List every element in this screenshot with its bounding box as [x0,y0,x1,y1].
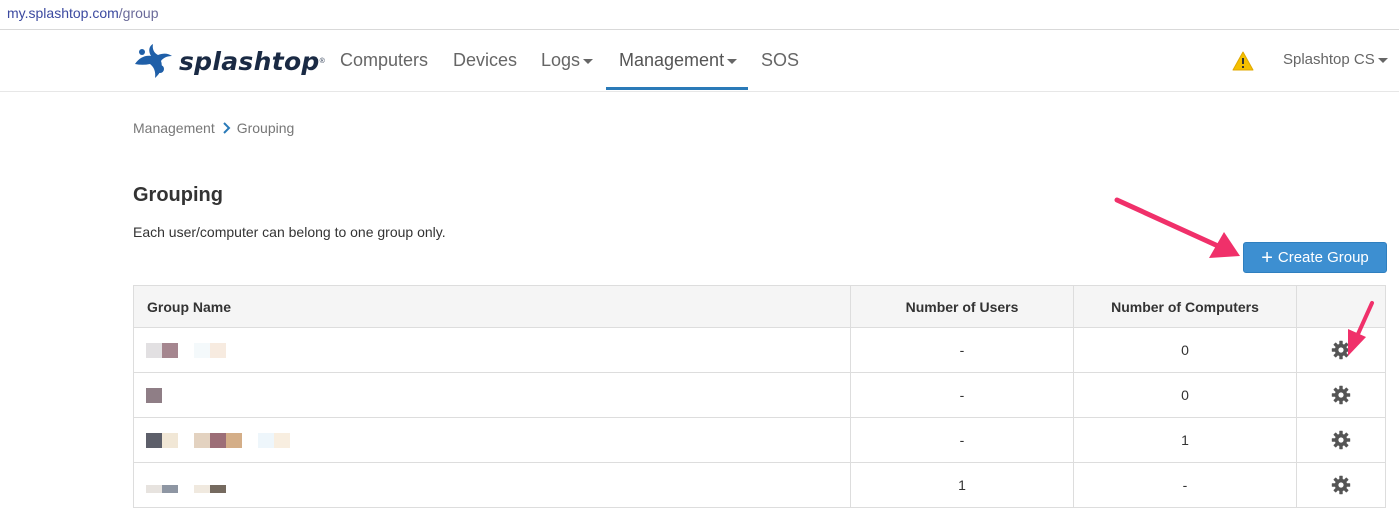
chevron-right-icon [223,122,231,134]
users-count: - [850,417,1074,463]
column-header-actions [1296,285,1386,328]
table-header-row: Group Name Number of Users Number of Com… [133,285,1386,328]
breadcrumb: Management Grouping [133,120,294,136]
active-tab-indicator [606,87,748,90]
group-name-cell[interactable] [133,327,851,373]
caret-down-icon [1377,57,1388,63]
table-row: - 0 [133,372,1386,418]
brand-name: splashtop [179,46,320,76]
caret-down-icon [583,58,594,64]
actions-cell [1296,417,1386,463]
table-row: - 0 [133,327,1386,373]
url-host: my.splashtop.com [7,5,119,21]
nav-management-label: Management [619,50,725,70]
redacted-group-name [146,477,849,493]
group-name-cell[interactable] [133,372,851,418]
plus-icon: + [1261,246,1273,269]
computers-count: - [1073,462,1297,508]
nav-logs-dropdown[interactable]: Logs [541,31,594,91]
table-row: - 1 [133,417,1386,463]
gear-icon[interactable] [1331,340,1351,360]
nav-sos-label: SOS [761,50,800,70]
account-menu[interactable]: Splashtop CS [1283,31,1388,91]
nav-computers[interactable]: Computers [340,31,428,91]
users-count: - [850,327,1074,373]
annotation-arrow-create-group [1114,197,1240,258]
caret-down-icon [727,58,738,64]
splashtop-splash-icon [135,44,172,78]
redacted-group-name [146,342,849,358]
nav-logs-label: Logs [541,50,581,70]
create-group-button[interactable]: + Create Group [1243,242,1387,273]
create-group-label: Create Group [1277,249,1369,266]
groups-table: Group Name Number of Users Number of Com… [133,285,1386,508]
top-navbar: splashtop ® Computers Devices Logs Manage… [0,31,1399,92]
redacted-group-name [146,387,849,403]
computers-count: 0 [1073,327,1297,373]
page-title: Grouping [133,184,223,206]
breadcrumb-current: Grouping [236,120,295,136]
nav-management-dropdown[interactable]: Management [619,31,738,91]
actions-cell [1296,372,1386,418]
url-path: /group [118,5,159,21]
gear-icon[interactable] [1331,385,1351,405]
nav-sos[interactable]: SOS [761,31,799,91]
nav-devices-label: Devices [453,50,518,70]
account-label: Splashtop CS [1283,51,1375,68]
nav-devices[interactable]: Devices [453,31,517,91]
gear-icon[interactable] [1331,475,1351,495]
actions-cell [1296,462,1386,508]
gear-icon[interactable] [1331,430,1351,450]
computers-count: 0 [1073,372,1297,418]
page-description: Each user/computer can belong to one gro… [133,224,446,240]
registered-mark: ® [319,57,325,65]
actions-cell [1296,327,1386,373]
breadcrumb-management[interactable]: Management [133,120,215,136]
column-header-number-of-users[interactable]: Number of Users [850,285,1074,328]
warning-triangle-icon[interactable] [1232,51,1254,71]
computers-count: 1 [1073,417,1297,463]
group-name-cell[interactable] [133,417,851,463]
address-bar[interactable]: my.splashtop.com/group [0,0,1399,30]
nav-computers-label: Computers [340,50,429,70]
column-header-group-name[interactable]: Group Name [133,285,851,328]
redacted-group-name [146,432,849,448]
users-count: 1 [850,462,1074,508]
column-header-number-of-computers[interactable]: Number of Computers [1073,285,1297,328]
splashtop-logo[interactable]: splashtop ® [133,41,325,81]
group-name-cell[interactable] [133,462,851,508]
users-count: - [850,372,1074,418]
table-row: 1 - [133,462,1386,508]
